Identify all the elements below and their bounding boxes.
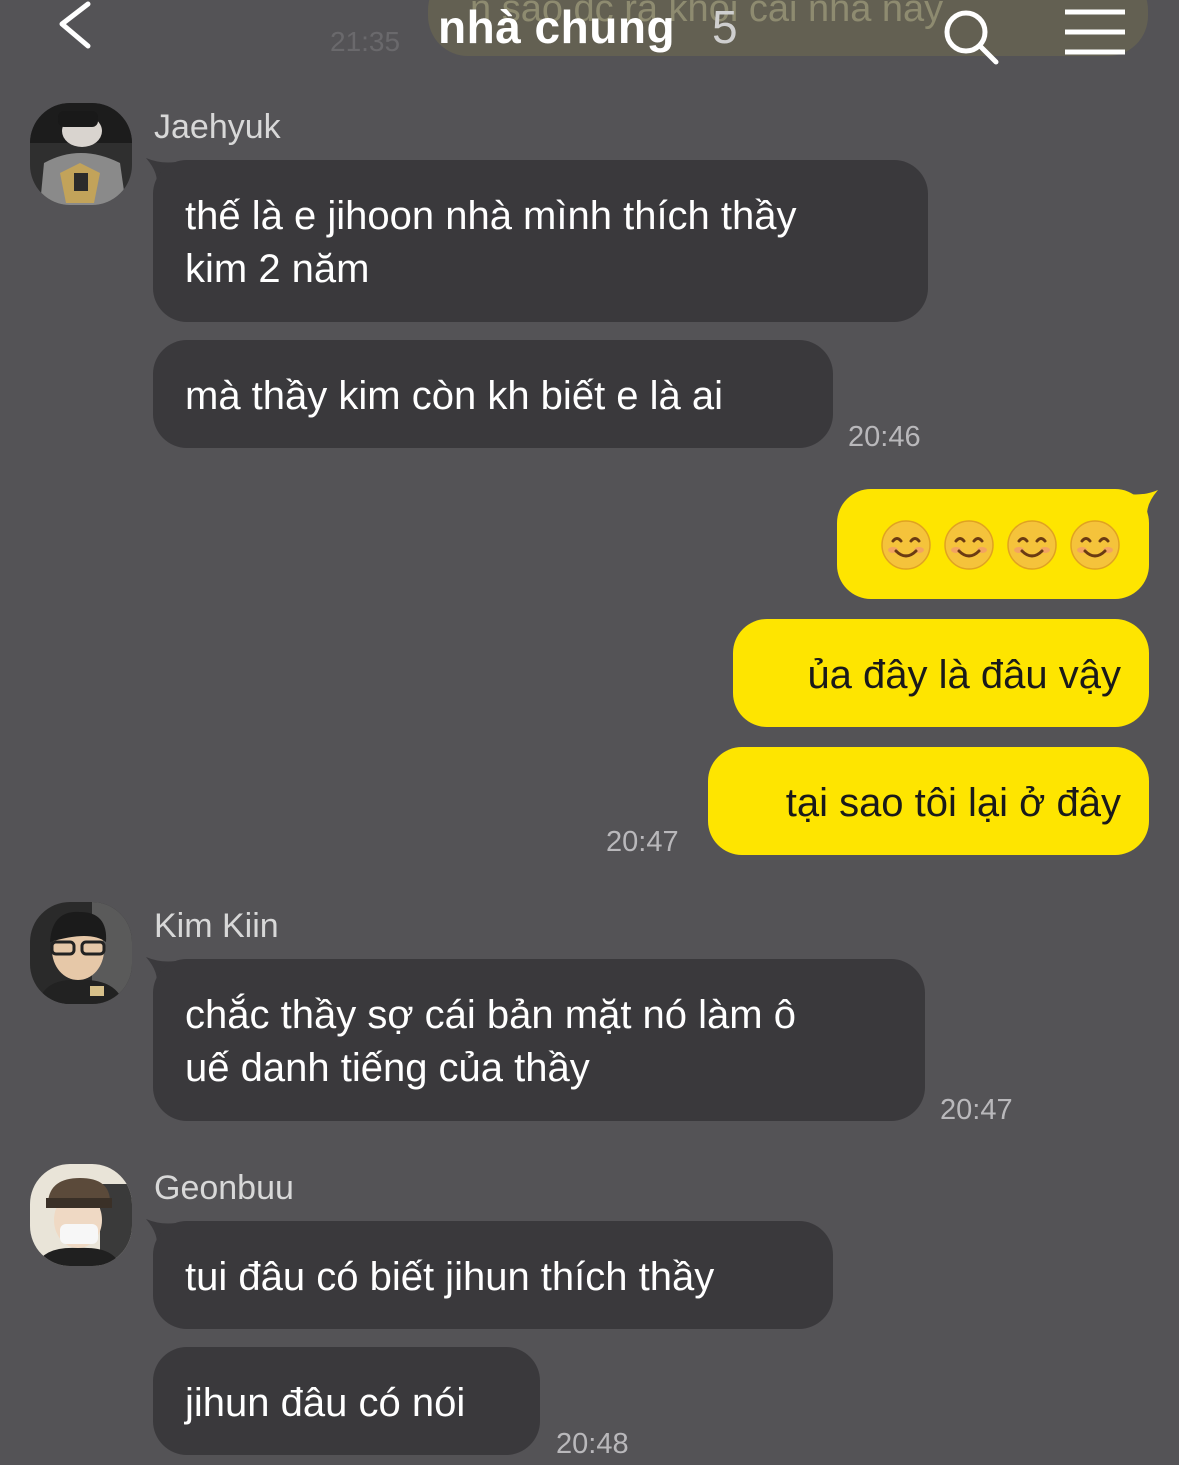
avatar-kim-kiin[interactable]	[30, 902, 132, 1004]
search-button[interactable]	[940, 6, 1002, 68]
message-text-line: uế danh tiếng của thầy	[185, 1046, 590, 1090]
message-bubble[interactable]: tại sao tôi lại ở đây	[708, 747, 1149, 855]
member-count: 5	[712, 1, 738, 53]
smiling-face-emoji	[881, 520, 931, 570]
search-icon	[944, 10, 999, 65]
avatar-geonbuu[interactable]	[30, 1164, 132, 1266]
sender-name: Geonbuu	[154, 1169, 294, 1207]
message-bubble[interactable]: ủa đây là đâu vậy	[733, 619, 1149, 727]
message-time: 20:48	[556, 1428, 629, 1460]
message-bubble[interactable]	[837, 489, 1149, 599]
avatar-jaehyuk[interactable]	[30, 103, 132, 205]
hamburger-menu-icon	[1065, 9, 1125, 55]
chevron-left-icon	[59, 1, 91, 49]
message-bubble[interactable]: mà thầy kim còn kh biết e là ai	[153, 340, 833, 448]
message-text-line: mà thầy kim còn kh biết e là ai	[185, 374, 724, 418]
chat-header: n sao đc ra khỏi cái nhà này 21:35 nhà c…	[0, 0, 1179, 70]
message-text-line: thế là e jihoon nhà mình thích thầy	[185, 194, 797, 238]
message-bubble[interactable]: chắc thầy sợ cái bản mặt nó làm ô uế dan…	[153, 959, 925, 1121]
scrolled-message-time: 21:35	[330, 26, 401, 57]
message-time: 20:47	[940, 1094, 1013, 1126]
message-text-line: tui đâu có biết jihun thích thầy	[185, 1255, 715, 1299]
message-bubble[interactable]: jihun đâu có nói	[153, 1347, 540, 1455]
message-text-line: ủa đây là đâu vậy	[807, 653, 1121, 697]
sender-name: Jaehyuk	[154, 108, 281, 146]
message-text-line: kim 2 năm	[185, 247, 370, 291]
emoji-row	[869, 517, 1121, 571]
chat-screen: n sao đc ra khỏi cái nhà này 21:35 nhà c…	[0, 0, 1179, 1465]
message-time: 20:47	[606, 826, 679, 858]
message-text-line: tại sao tôi lại ở đây	[785, 781, 1121, 825]
chat-title: nhà chung	[438, 1, 676, 53]
message-bubble[interactable]: tui đâu có biết jihun thích thầy	[153, 1221, 833, 1329]
message-bubble[interactable]: thế là e jihoon nhà mình thích thầy kim …	[153, 160, 928, 322]
back-button[interactable]	[52, 0, 102, 56]
sender-name: Kim Kiin	[154, 907, 279, 945]
smiling-face-emoji	[1070, 520, 1120, 570]
message-text-line: chắc thầy sợ cái bản mặt nó làm ô	[185, 993, 796, 1037]
smiling-face-emoji	[1007, 520, 1057, 570]
smiling-face-emoji	[944, 520, 994, 570]
menu-button[interactable]	[1060, 6, 1130, 56]
message-time: 20:46	[848, 421, 921, 453]
message-text-line: jihun đâu có nói	[185, 1381, 466, 1425]
